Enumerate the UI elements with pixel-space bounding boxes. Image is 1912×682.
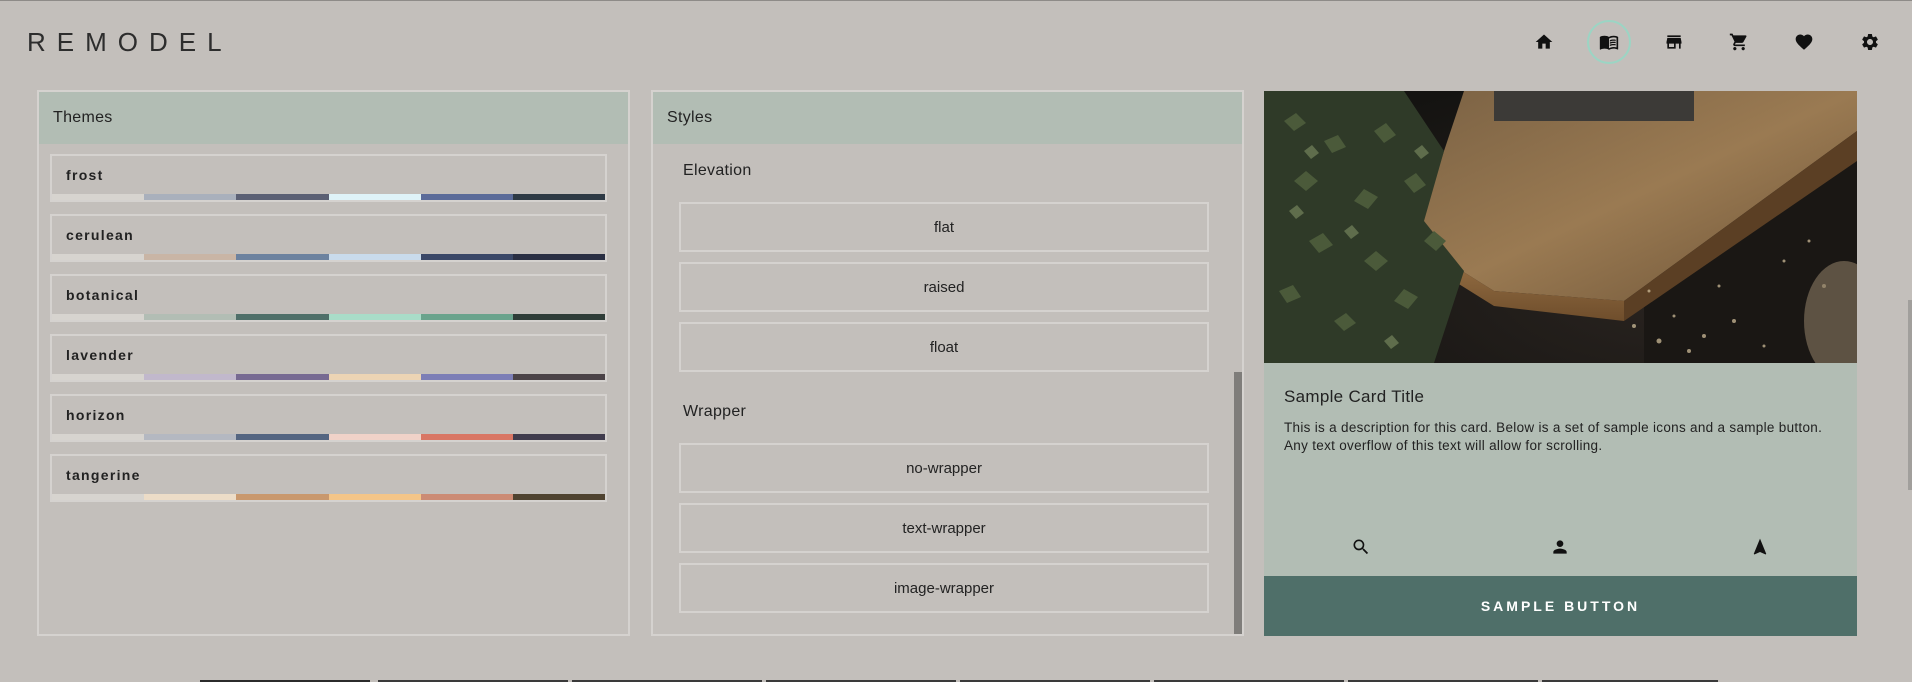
person-icon[interactable] [1548,535,1572,559]
theme-swatches [52,434,606,440]
styles-panel: Styles Elevation flat raised float Wrapp… [651,90,1244,636]
sample-button[interactable]: SAMPLE BUTTON [1264,576,1857,636]
color-swatch [420,494,513,500]
wrapper-option-image-wrapper[interactable]: image-wrapper [679,563,1209,613]
color-swatch [420,374,513,380]
styles-scrollbar[interactable] [1234,372,1242,634]
color-swatch [420,194,513,200]
theme-item-frost[interactable]: frost [50,154,607,202]
wrapper-section-title: Wrapper [683,403,747,420]
theme-name: cerulean [66,227,134,243]
app-logo: REMODEL [27,27,233,57]
theme-swatches [52,314,606,320]
theme-item-lavender[interactable]: lavender [50,334,607,382]
color-swatch [52,314,145,320]
color-swatch [420,314,513,320]
theme-name: tangerine [66,467,141,483]
color-swatch [512,314,606,320]
color-swatch [512,194,606,200]
nav-favorites-button[interactable] [1782,20,1826,64]
theme-swatches [52,194,606,200]
window-top-border [0,0,1912,1]
card-title: Sample Card Title [1284,387,1425,406]
nav-home-button[interactable] [1522,20,1566,64]
theme-name: horizon [66,407,126,423]
card-body[interactable]: Sample Card Title This is a description … [1264,363,1857,576]
wrapper-option-text-wrapper[interactable]: text-wrapper [679,503,1209,553]
nav-settings-button[interactable] [1848,20,1892,64]
color-swatch [420,434,513,440]
color-swatch [236,254,329,260]
color-swatch [328,314,421,320]
color-swatch [512,254,606,260]
color-swatch [52,194,145,200]
page-scrollbar[interactable] [1908,300,1912,490]
search-icon[interactable] [1349,535,1373,559]
themes-panel: Themes frost cerulean botanical lavender hor… [37,90,630,636]
top-navigation [1522,20,1892,64]
styles-panel-title: Styles [653,92,1242,144]
color-swatch [236,374,329,380]
color-swatch [328,434,421,440]
heart-icon [1795,34,1813,50]
gear-icon [1862,33,1878,50]
color-swatch [144,254,237,260]
color-swatch [420,254,513,260]
color-swatch [328,494,421,500]
theme-swatches [52,494,606,500]
card-description: This is a description for this card. Bel… [1284,420,1823,453]
sample-card: Sample Card Title This is a description … [1264,91,1857,636]
styles-scroll-area[interactable]: Elevation flat raised float Wrapper no-w… [653,144,1223,634]
color-swatch [512,494,606,500]
cart-icon [1729,33,1747,51]
nav-book-button[interactable] [1587,20,1631,64]
theme-item-horizon[interactable]: horizon [50,394,607,442]
color-swatch [512,434,606,440]
book-icon [1599,35,1619,50]
card-image [1264,91,1857,363]
color-swatch [144,434,237,440]
bottom-partial-content [200,680,1718,682]
theme-item-cerulean[interactable]: cerulean [50,214,607,262]
home-icon [1535,34,1553,49]
theme-name: lavender [66,347,134,363]
elevation-option-flat[interactable]: flat [679,202,1209,252]
wrapper-option-no-wrapper[interactable]: no-wrapper [679,443,1209,493]
color-swatch [236,494,329,500]
color-swatch [52,254,145,260]
color-swatch [52,374,145,380]
color-swatch [512,374,606,380]
theme-name: frost [66,167,104,183]
store-icon [1666,35,1682,49]
navigation-icon[interactable] [1748,535,1772,559]
color-swatch [52,434,145,440]
color-swatch [144,374,237,380]
color-swatch [328,254,421,260]
theme-item-tangerine[interactable]: tangerine [50,454,607,502]
color-swatch [236,314,329,320]
theme-swatches [52,254,606,260]
theme-name: botanical [66,287,140,303]
elevation-option-float[interactable]: float [679,322,1209,372]
elevation-option-raised[interactable]: raised [679,262,1209,312]
color-swatch [236,194,329,200]
color-swatch [328,374,421,380]
card-icon-row [1264,535,1857,559]
nav-cart-button[interactable] [1717,20,1761,64]
color-swatch [144,314,237,320]
color-swatch [52,494,145,500]
theme-item-botanical[interactable]: botanical [50,274,607,322]
color-swatch [328,194,421,200]
theme-swatches [52,374,606,380]
nav-store-button[interactable] [1652,20,1696,64]
color-swatch [236,434,329,440]
color-swatch [144,494,237,500]
elevation-section-title: Elevation [683,162,752,179]
color-swatch [144,194,237,200]
themes-panel-title: Themes [39,92,628,144]
